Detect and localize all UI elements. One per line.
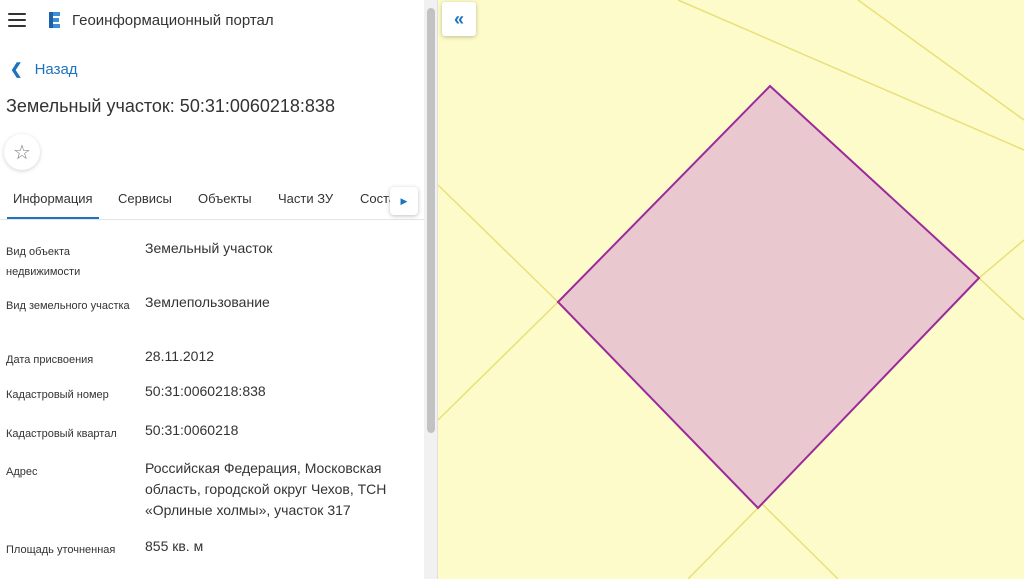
star-outline-icon: ☆ (13, 141, 31, 164)
map-view[interactable] (438, 0, 1024, 579)
property-value: Российская Федерация, Московская область… (145, 460, 387, 518)
panel-scrollbar[interactable] (424, 0, 438, 579)
scrollbar-thumb[interactable] (427, 8, 435, 433)
favorite-button[interactable]: ☆ (4, 134, 40, 170)
property-value: 855 кв. м (145, 538, 204, 554)
double-chevron-left-icon: « (453, 8, 464, 29)
caret-right-icon: ▶ (400, 195, 408, 206)
portal-logo-icon (49, 12, 60, 28)
selected-parcel[interactable] (556, 84, 981, 510)
collapse-panel-button[interactable]: « (442, 2, 476, 36)
info-panel: Геоинформационный портал ❮ Назад Земельн… (0, 0, 424, 579)
top-bar: Геоинформационный портал (0, 0, 424, 40)
app-title: Геоинформационный портал (72, 11, 274, 29)
tab-bar: Информация Сервисы Объекты Части ЗУ Сост… (0, 180, 424, 220)
tab-objects[interactable]: Объекты (192, 180, 258, 219)
map-canvas[interactable] (438, 0, 1024, 579)
tab-services[interactable]: Сервисы (112, 180, 178, 219)
page-title: Земельный участок: 50:31:0060218:838 (6, 96, 335, 116)
tab-information[interactable]: Информация (7, 180, 99, 219)
property-value: 50:31:0060218 (145, 422, 239, 438)
property-label: Вид земельного участка (6, 300, 130, 312)
property-label: Площадь уточненная (6, 544, 116, 556)
property-label: Кадастровый номер (6, 389, 109, 401)
property-label: Вид объекта недвижимости (6, 246, 81, 278)
property-label: Адрес (6, 466, 38, 478)
tabs-scroll-right-button[interactable]: ▶ (390, 187, 418, 215)
property-value: Землепользование (145, 294, 270, 310)
property-value: Земельный участок (145, 240, 273, 256)
hamburger-menu-icon[interactable] (8, 13, 26, 27)
back-label: Назад (34, 60, 78, 78)
property-value: 28.11.2012 (145, 348, 215, 364)
chevron-left-icon: ❮ (10, 61, 23, 78)
property-value: 50:31:0060218:838 (145, 383, 266, 399)
property-label: Кадастровый квартал (6, 428, 117, 440)
back-link[interactable]: ❮ Назад (10, 60, 78, 79)
tab-parts[interactable]: Части ЗУ (272, 180, 339, 219)
property-label: Дата присвоения (6, 354, 94, 366)
